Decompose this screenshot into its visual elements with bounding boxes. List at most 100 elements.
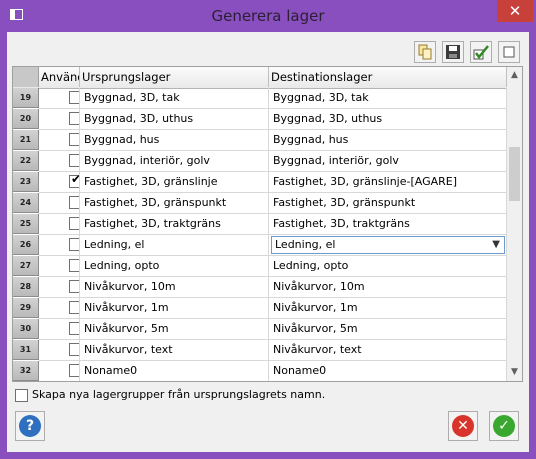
table-row[interactable]: 20 Byggnad, 3D, uthus Byggnad, 3D, uthus (13, 109, 507, 130)
source-layer-cell: Nivåkurvor, 5m (80, 319, 269, 340)
use-checkbox[interactable] (69, 154, 79, 167)
destination-layer-cell[interactable]: Byggnad, 3D, uthus (269, 109, 507, 130)
row-number[interactable]: 26 (13, 235, 39, 255)
close-button[interactable]: ✕ (497, 0, 533, 22)
use-checkbox[interactable] (69, 280, 79, 293)
source-layer-cell: Noname0 (80, 361, 269, 381)
source-layer-cell: Ledning, opto (80, 256, 269, 277)
scroll-thumb[interactable] (509, 147, 520, 201)
scroll-up-icon[interactable]: ▲ (507, 67, 522, 84)
use-checkbox[interactable] (69, 112, 79, 125)
grid-header: Använd Ursprungslager Destinationslager (13, 67, 507, 89)
row-number[interactable]: 28 (13, 277, 39, 297)
copy-icon (418, 44, 432, 60)
use-checkbox[interactable] (69, 238, 79, 251)
destination-layer-cell[interactable]: Noname0 (269, 361, 507, 381)
table-row[interactable]: 19 Byggnad, 3D, tak Byggnad, 3D, tak (13, 88, 507, 109)
ok-button[interactable]: ✓ (489, 411, 519, 441)
column-header-use[interactable]: Använd (39, 67, 80, 87)
destination-layer-cell[interactable]: Nivåkurvor, text (269, 340, 507, 361)
layer-grid[interactable]: Använd Ursprungslager Destinationslager … (12, 66, 523, 382)
destination-layer-cell[interactable]: Ledning, opto (269, 256, 507, 277)
use-cell (39, 151, 80, 172)
destination-layer-cell[interactable]: Byggnad, interiör, golv (269, 151, 507, 172)
create-groups-checkbox[interactable] (15, 389, 28, 402)
row-number[interactable]: 32 (13, 361, 39, 381)
header-corner (13, 67, 39, 87)
row-number[interactable]: 23 (13, 172, 39, 192)
use-cell (39, 256, 80, 277)
uncheck-all-button[interactable] (498, 41, 520, 63)
destination-layer-cell[interactable]: Fastighet, 3D, gränslinje-[AGARE] (269, 172, 507, 193)
source-layer-cell: Fastighet, 3D, gränspunkt (80, 193, 269, 214)
table-row[interactable]: 31 Nivåkurvor, text Nivåkurvor, text (13, 340, 507, 361)
use-checkbox[interactable] (69, 301, 79, 314)
table-row[interactable]: 26 Ledning, el Ledning, el ▼ (13, 235, 507, 256)
table-row[interactable]: 27 Ledning, opto Ledning, opto (13, 256, 507, 277)
use-checkbox[interactable] (69, 259, 79, 272)
use-cell (39, 214, 80, 235)
table-row[interactable]: 22 Byggnad, interiör, golv Byggnad, interi… (13, 151, 507, 172)
table-row[interactable]: 23 ✔Fastighet, 3D, gränslinjeFastighet, 3… (13, 172, 507, 193)
use-cell (39, 109, 80, 130)
use-cell (39, 361, 80, 381)
use-cell (39, 340, 80, 361)
use-cell (39, 193, 80, 214)
table-row[interactable]: 25 Fastighet, 3D, traktgräns Fastighet, 3D… (13, 214, 507, 235)
chevron-down-icon[interactable]: ▼ (492, 237, 500, 253)
table-row[interactable]: 28 Nivåkurvor, 10m Nivåkurvor, 10m (13, 277, 507, 298)
use-checkbox[interactable] (69, 196, 79, 209)
row-number[interactable]: 31 (13, 340, 39, 360)
copy-button[interactable] (414, 41, 436, 63)
scroll-down-icon[interactable]: ▼ (507, 364, 522, 381)
row-number[interactable]: 27 (13, 256, 39, 276)
use-checkbox[interactable] (69, 217, 79, 230)
row-number[interactable]: 30 (13, 319, 39, 339)
table-row[interactable]: 29 Nivåkurvor, 1m Nivåkurvor, 1m (13, 298, 507, 319)
column-header-destination[interactable]: Destinationslager (269, 67, 507, 87)
table-row[interactable]: 32 Noname0 Noname0 (13, 361, 507, 381)
check-all-button[interactable] (470, 41, 492, 63)
use-checkbox[interactable] (69, 322, 79, 335)
uncheck-icon (503, 46, 515, 58)
destination-layer-cell[interactable]: Fastighet, 3D, traktgräns (269, 214, 507, 235)
destination-layer-cell[interactable]: Nivåkurvor, 5m (269, 319, 507, 340)
source-layer-cell: Nivåkurvor, 1m (80, 298, 269, 319)
help-button[interactable]: ? (15, 411, 45, 441)
table-row[interactable]: 21 Byggnad, hus Byggnad, hus (13, 130, 507, 151)
use-cell (39, 298, 80, 319)
use-checkbox[interactable] (69, 133, 79, 146)
use-checkbox[interactable] (69, 364, 79, 377)
source-layer-cell: Byggnad, hus (80, 130, 269, 151)
destination-layer-cell[interactable]: Nivåkurvor, 1m (269, 298, 507, 319)
use-checkbox[interactable] (69, 91, 79, 104)
destination-layer-cell[interactable]: Byggnad, hus (269, 130, 507, 151)
use-checkbox[interactable]: ✔ (69, 173, 79, 188)
checkmark-icon: ✔ (71, 173, 79, 186)
table-row[interactable]: 30 Nivåkurvor, 5m Nivåkurvor, 5m (13, 319, 507, 340)
destination-layer-cell[interactable]: Ledning, el ▼ (269, 235, 507, 256)
title-bar[interactable]: Generera lager ✕ (0, 0, 536, 32)
table-row[interactable]: 24 Fastighet, 3D, gränspunkt Fastighet, 3D… (13, 193, 507, 214)
row-number[interactable]: 21 (13, 130, 39, 150)
row-number[interactable]: 20 (13, 109, 39, 129)
source-layer-cell: Nivåkurvor, 10m (80, 277, 269, 298)
destination-layer-cell[interactable]: Nivåkurvor, 10m (269, 277, 507, 298)
column-header-source[interactable]: Ursprungslager (80, 67, 269, 87)
cancel-button[interactable]: ✕ (448, 411, 478, 441)
use-checkbox[interactable] (69, 343, 79, 356)
row-number[interactable]: 22 (13, 151, 39, 171)
destination-layer-cell[interactable]: Byggnad, 3D, tak (269, 88, 507, 109)
row-number[interactable]: 19 (13, 88, 39, 108)
save-button[interactable] (442, 41, 464, 63)
row-number[interactable]: 25 (13, 214, 39, 234)
use-cell: ✔ (39, 172, 80, 193)
source-layer-cell: Nivåkurvor, text (80, 340, 269, 361)
destination-layer-combobox[interactable]: Ledning, el ▼ (271, 236, 505, 254)
vertical-scrollbar[interactable]: ▲ ▼ (507, 67, 522, 381)
row-number[interactable]: 24 (13, 193, 39, 213)
destination-layer-value: Ledning, el (275, 238, 336, 251)
row-number[interactable]: 29 (13, 298, 39, 318)
source-layer-cell: Fastighet, 3D, traktgräns (80, 214, 269, 235)
destination-layer-cell[interactable]: Fastighet, 3D, gränspunkt (269, 193, 507, 214)
